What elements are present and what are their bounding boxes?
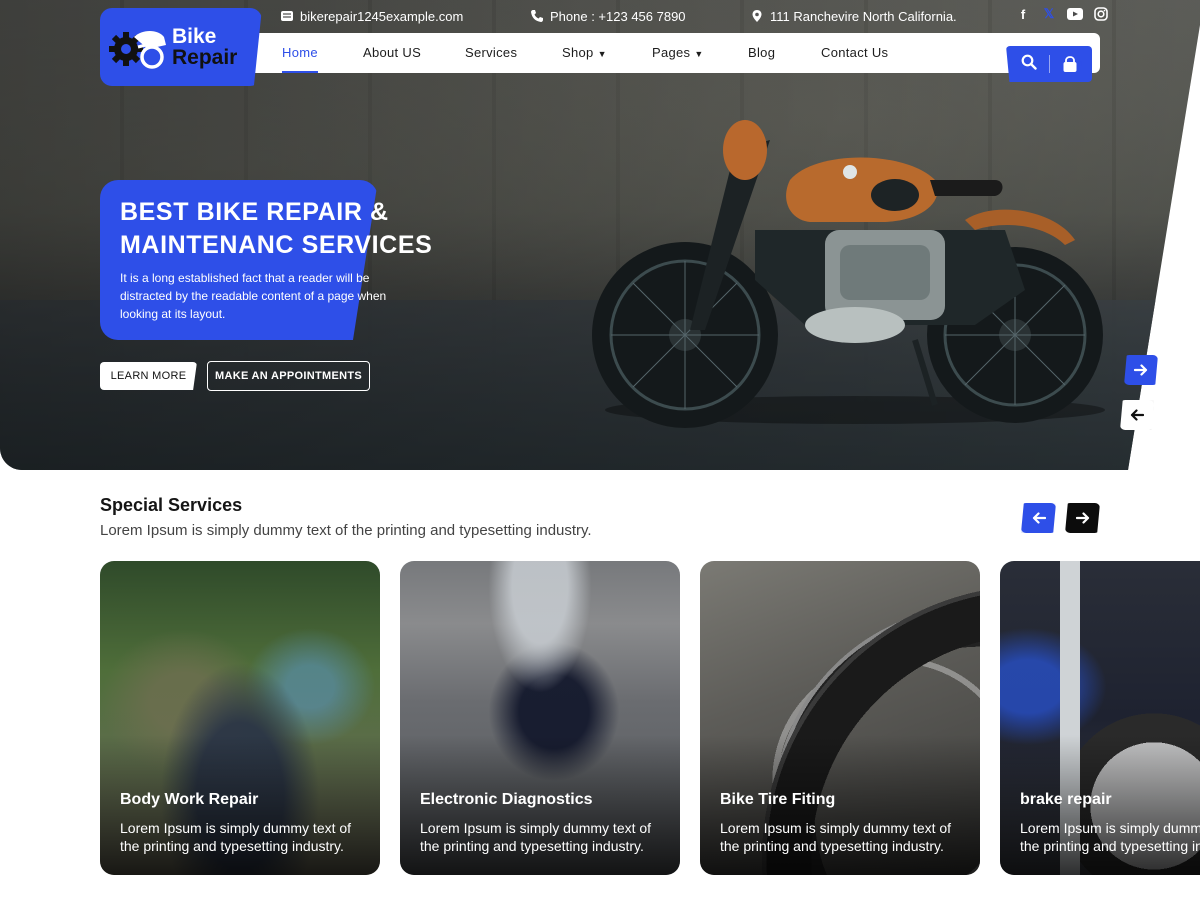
- hero-prev-button[interactable]: [1120, 400, 1154, 430]
- phone-icon: [530, 9, 544, 23]
- main-navigation: Home About US Services Shop ▼ Pages ▼ Blog…: [248, 33, 1100, 73]
- hero-description: It is a long established fact that a rea…: [120, 271, 387, 321]
- envelope-icon: [280, 9, 294, 23]
- youtube-icon[interactable]: [1067, 6, 1083, 22]
- nav-home[interactable]: Home: [282, 33, 318, 73]
- map-pin-icon: [750, 9, 764, 23]
- address-text: 111 Ranchevire North California.: [770, 8, 957, 24]
- service-card[interactable]: Electronic Diagnostics Lorem Ipsum is si…: [400, 561, 680, 875]
- social-links: f 𝕏: [1015, 6, 1109, 22]
- service-card-desc: Lorem Ipsum is simply dummy text of the …: [120, 819, 370, 855]
- nav-shop[interactable]: Shop ▼: [562, 33, 607, 73]
- hero-title: BEST BIKE REPAIR & MAINTENANC SERVICES: [120, 198, 433, 259]
- gear-bike-icon: [108, 19, 172, 75]
- nav-blog[interactable]: Blog: [748, 33, 775, 73]
- motorcycle-image: [592, 120, 1105, 428]
- nav-services[interactable]: Services: [465, 33, 517, 73]
- arrow-left-icon: [1130, 409, 1144, 421]
- search-icon[interactable]: [1021, 54, 1037, 74]
- brand-name-line1: Bike: [172, 25, 217, 48]
- nav-tools: 1: [1006, 46, 1092, 82]
- service-card-desc-line2: the printing and typesetting industry.: [720, 838, 944, 854]
- service-card[interactable]: brake repair Lorem Ipsum is simply dummy…: [1000, 561, 1200, 875]
- topbar-email[interactable]: bikerepair1245example.com: [280, 7, 463, 25]
- services-prev-button[interactable]: [1021, 503, 1056, 533]
- service-card-desc-line2: the printing and typesetting industry.: [120, 838, 344, 854]
- service-card-desc-line1: Lorem Ipsum is simply dummy text of: [1020, 820, 1200, 836]
- cart-count-badge: 1: [1079, 59, 1084, 69]
- learn-more-button[interactable]: LEARN MORE: [100, 362, 197, 390]
- instagram-icon[interactable]: [1093, 6, 1109, 22]
- services-subtitle: Lorem Ipsum is simply dummy text of the …: [100, 522, 592, 539]
- nav-pages-label: Pages: [652, 45, 691, 60]
- topbar-address: 111 Ranchevire North California.: [750, 7, 957, 25]
- service-card-desc-line1: Lorem Ipsum is simply dummy text of: [420, 820, 652, 836]
- service-card-desc: Lorem Ipsum is simply dummy text of the …: [1020, 819, 1200, 855]
- hero-banner: BEST BIKE REPAIR & MAINTENANC SERVICES I…: [0, 0, 1200, 470]
- x-icon[interactable]: 𝕏: [1041, 6, 1057, 22]
- nav-contact[interactable]: Contact Us: [821, 33, 888, 73]
- service-card[interactable]: Body Work Repair Lorem Ipsum is simply d…: [100, 561, 380, 875]
- service-card-desc-line1: Lorem Ipsum is simply dummy text of: [720, 820, 952, 836]
- nav-about[interactable]: About US: [363, 33, 421, 73]
- services-title: Special Services: [100, 495, 243, 515]
- cart-icon[interactable]: 1: [1062, 55, 1084, 73]
- arrow-right-icon: [1134, 364, 1148, 376]
- brand-name-line2: Repair: [172, 46, 238, 69]
- brand-logo[interactable]: Bike Repair: [100, 8, 262, 86]
- services-next-button[interactable]: [1065, 503, 1100, 533]
- service-card-desc-line2: the printing and typesetting industry.: [420, 838, 644, 854]
- service-card-desc-line1: Lorem Ipsum is simply dummy text of: [120, 820, 352, 836]
- service-card-title: Bike Tire Fiting: [720, 791, 836, 808]
- chevron-down-icon: ▼: [694, 49, 704, 59]
- topbar-phone[interactable]: Phone : +123 456 7890: [530, 7, 686, 25]
- facebook-icon[interactable]: f: [1015, 6, 1031, 22]
- service-card-title: brake repair: [1020, 791, 1112, 808]
- service-card-title: Body Work Repair: [120, 791, 259, 808]
- nav-shop-label: Shop: [562, 45, 594, 60]
- tools-divider: [1048, 55, 1050, 73]
- arrow-left-icon: [1032, 512, 1046, 524]
- nav-pages[interactable]: Pages ▼: [652, 33, 704, 73]
- arrow-right-icon: [1075, 512, 1089, 524]
- service-card-desc-line2: the printing and typesetting industry.: [1020, 838, 1200, 854]
- chevron-down-icon: ▼: [597, 49, 607, 59]
- hero-next-button[interactable]: [1124, 355, 1158, 385]
- service-card-desc: Lorem Ipsum is simply dummy text of the …: [420, 819, 670, 855]
- service-card-title: Electronic Diagnostics: [420, 791, 593, 808]
- phone-text: Phone : +123 456 7890: [550, 8, 686, 24]
- email-text: bikerepair1245example.com: [300, 8, 464, 24]
- brand-name: Bike Repair: [172, 26, 237, 68]
- service-card-desc: Lorem Ipsum is simply dummy text of the …: [720, 819, 970, 855]
- make-appointment-button[interactable]: MAKE AN APPOINTMENTS: [207, 361, 370, 391]
- service-card[interactable]: Bike Tire Fiting Lorem Ipsum is simply d…: [700, 561, 980, 875]
